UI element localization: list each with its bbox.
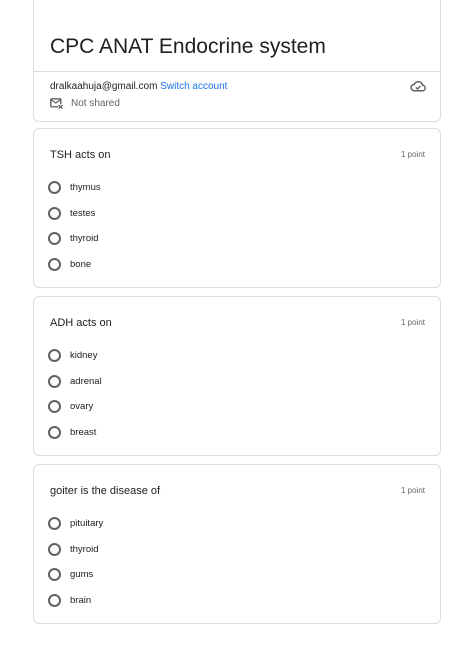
radio-unchecked-icon[interactable]	[48, 542, 61, 556]
question-title: TSH acts on	[50, 149, 111, 161]
account-row: dralkaahuja@gmail.com Switch account	[50, 81, 227, 92]
option-testes[interactable]: testes	[48, 201, 101, 227]
radio-unchecked-icon[interactable]	[48, 425, 61, 439]
option-label: thyroid	[70, 543, 99, 555]
option-label: thyroid	[70, 233, 99, 245]
option-label: kidney	[70, 350, 98, 362]
radio-unchecked-icon[interactable]	[48, 568, 61, 582]
options-list: thymus testes thyroid bone	[48, 175, 101, 277]
option-brain[interactable]: brain	[48, 588, 103, 614]
option-label: breast	[70, 426, 97, 438]
option-ovary[interactable]: ovary	[48, 394, 102, 420]
question-card: TSH acts on 1 point thymus testes thyroi…	[33, 128, 441, 288]
radio-unchecked-icon[interactable]	[48, 593, 61, 607]
radio-unchecked-icon[interactable]	[48, 400, 61, 414]
account-email: dralkaahuja@gmail.com	[50, 81, 158, 92]
mail-not-shared-icon	[50, 98, 63, 109]
question-card: goiter is the disease of 1 point pituita…	[33, 464, 441, 624]
radio-unchecked-icon[interactable]	[48, 374, 61, 388]
question-points: 1 point	[400, 150, 425, 159]
radio-unchecked-icon[interactable]	[48, 257, 61, 271]
question-title: goiter is the disease of	[50, 485, 161, 497]
sharing-status-text: Not shared	[71, 98, 120, 109]
option-thyroid[interactable]: thyroid	[48, 226, 101, 252]
question-points: 1 point	[400, 318, 425, 327]
option-bone[interactable]: bone	[48, 252, 101, 278]
radio-unchecked-icon[interactable]	[48, 232, 61, 246]
option-thymus[interactable]: thymus	[48, 175, 101, 201]
option-label: adrenal	[70, 375, 102, 387]
radio-unchecked-icon[interactable]	[48, 517, 61, 531]
option-label: bone	[70, 258, 92, 270]
option-pituitary[interactable]: pituitary	[48, 511, 103, 537]
radio-unchecked-icon[interactable]	[48, 206, 61, 220]
question-card: ADH acts on 1 point kidney adrenal ovary…	[33, 296, 441, 456]
form-title: CPC ANAT Endocrine system	[50, 35, 326, 58]
option-gums[interactable]: gums	[48, 562, 103, 588]
option-label: thymus	[70, 182, 101, 194]
option-breast[interactable]: breast	[48, 420, 102, 446]
options-list: kidney adrenal ovary breast	[48, 343, 102, 445]
cloud-saved-icon	[410, 80, 426, 92]
option-adrenal[interactable]: adrenal	[48, 369, 102, 395]
radio-unchecked-icon[interactable]	[48, 349, 61, 363]
option-kidney[interactable]: kidney	[48, 343, 102, 369]
question-title: ADH acts on	[50, 317, 112, 329]
option-thyroid[interactable]: thyroid	[48, 537, 103, 563]
option-label: gums	[70, 569, 94, 581]
radio-unchecked-icon[interactable]	[48, 181, 61, 195]
form-header-card: CPC ANAT Endocrine system dralkaahuja@gm…	[33, 0, 441, 122]
option-label: brain	[70, 594, 92, 606]
question-points: 1 point	[400, 486, 425, 495]
header-divider	[34, 71, 440, 72]
switch-account-link[interactable]: Switch account	[160, 81, 227, 92]
option-label: pituitary	[70, 518, 104, 530]
option-label: testes	[70, 207, 96, 219]
options-list: pituitary thyroid gums brain	[48, 511, 103, 613]
option-label: ovary	[70, 401, 94, 413]
sharing-status-row: Not shared	[50, 98, 120, 109]
